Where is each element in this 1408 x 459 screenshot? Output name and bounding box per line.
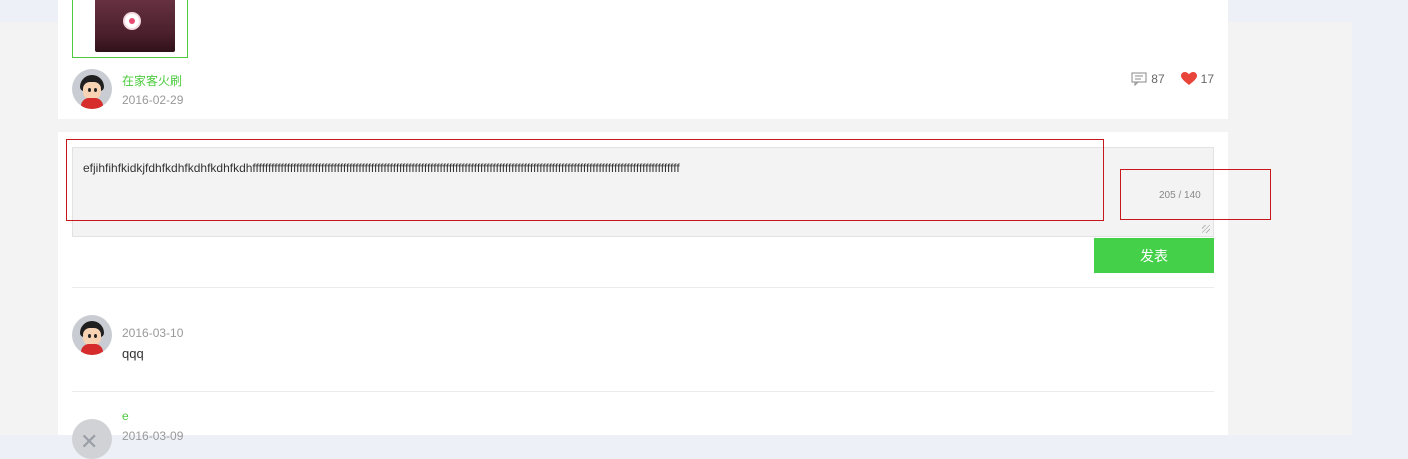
comment-text: qqq (122, 346, 144, 361)
comment-count: 87 (1151, 72, 1165, 86)
comment-textarea[interactable]: efjihfihfkidkjfdhfkdhfkdhfkdhfkdhfffffff… (72, 147, 1214, 237)
heart-icon[interactable] (1180, 72, 1197, 86)
post-date: 2016-02-29 (122, 93, 184, 107)
comment-textarea-value[interactable]: efjihfihfkidkjfdhfkdhfkdhfkdhfkdhfffffff… (83, 161, 1083, 175)
like-count: 17 (1200, 72, 1214, 86)
author-avatar[interactable] (72, 69, 112, 109)
resize-handle-icon[interactable] (1202, 225, 1210, 233)
post-card: 在家客火刷 2016-02-29 87 17 (58, 0, 1228, 119)
comment-icon[interactable] (1131, 72, 1147, 87)
comment-date: 2016-03-09 (122, 429, 184, 443)
comment-avatar[interactable] (72, 315, 112, 355)
comment-date: 2016-03-10 (122, 326, 184, 340)
comment-avatar[interactable]: ✕ (72, 419, 112, 459)
post-stats: 87 17 (1131, 72, 1214, 87)
divider (72, 391, 1214, 392)
post-thumbnail[interactable] (72, 0, 188, 58)
user-placeholder-icon: ✕ (80, 429, 99, 454)
comment-user-name[interactable]: e (122, 409, 129, 423)
submit-button[interactable]: 发表 (1094, 238, 1214, 273)
comment-card: efjihfihfkidkjfdhfkdhfkdhfkdhfkdhfffffff… (58, 132, 1228, 459)
char-counter: 205 / 140 (1159, 190, 1201, 201)
divider (72, 287, 1214, 288)
flower-icon (125, 14, 139, 28)
thumbnail-image (95, 0, 175, 52)
post-author-name[interactable]: 在家客火刷 (122, 72, 182, 89)
